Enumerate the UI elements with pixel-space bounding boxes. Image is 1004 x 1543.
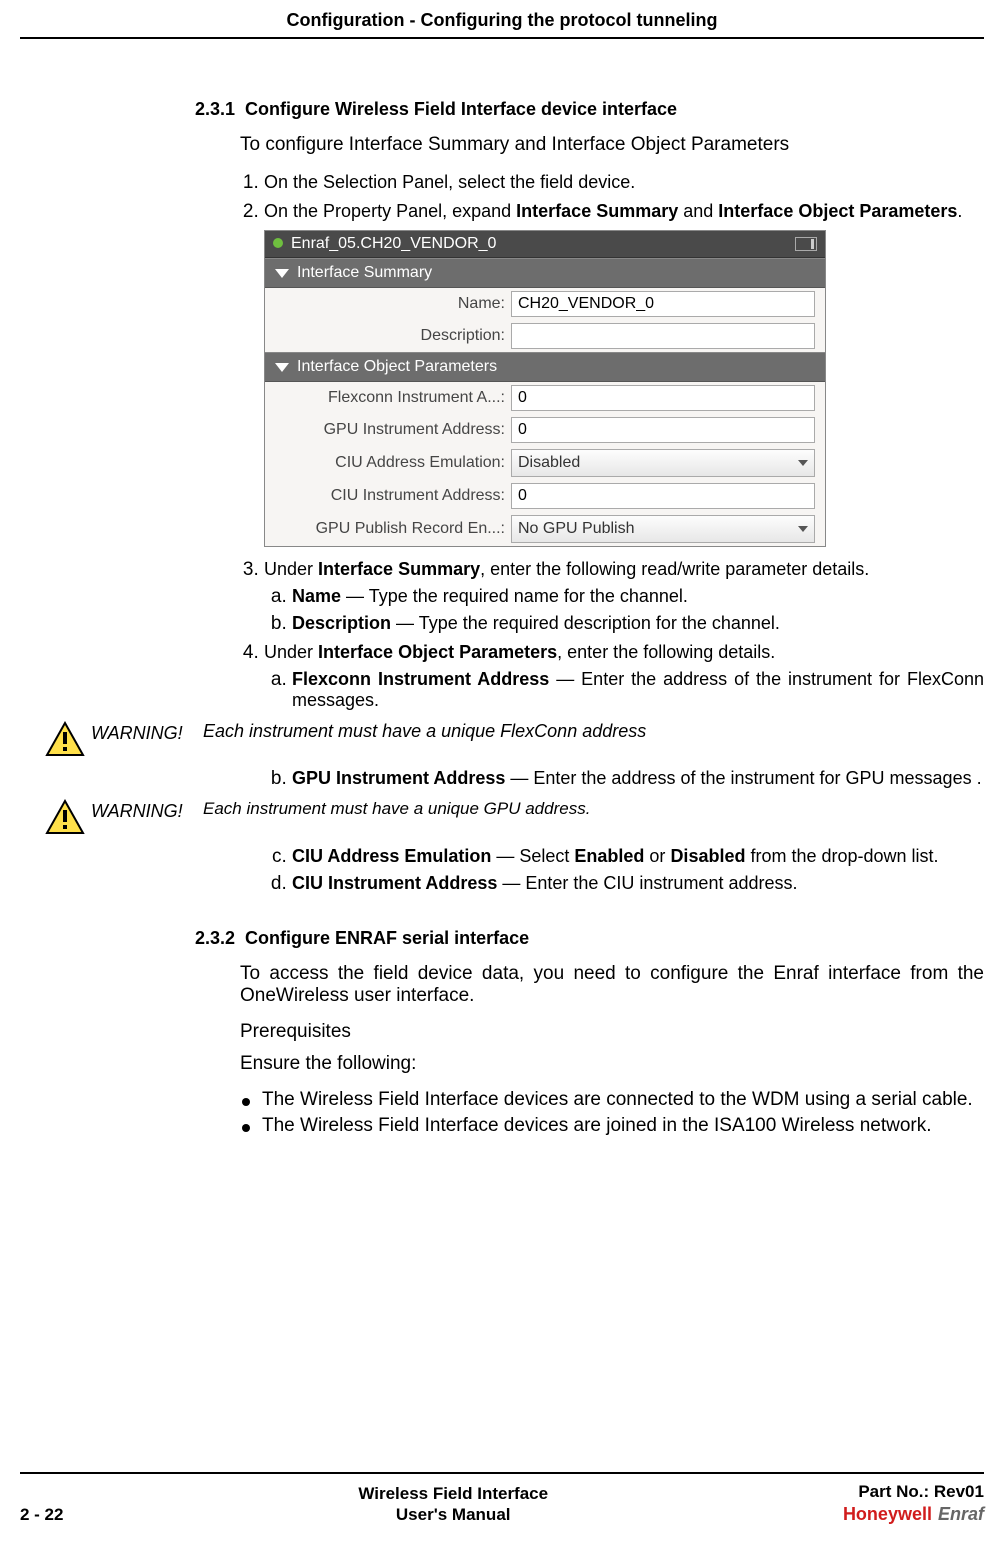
list-item: GPU Instrument Address — Enter the addre… [292,768,984,789]
panel-titlebar: Enraf_05.CH20_VENDOR_0 [265,231,825,258]
list-item: Description — Type the required descript… [292,613,984,634]
flexconn-address-field[interactable] [511,385,815,411]
section-title: Configure ENRAF serial interface [245,928,529,949]
panel-title: Enraf_05.CH20_VENDOR_0 [291,235,496,252]
part-number: Part No.: Rev01 [843,1482,984,1502]
flexconn-address-label: Flexconn Instrument A...: [275,389,505,407]
description-field[interactable] [511,323,815,349]
paragraph: Ensure the following: [240,1053,984,1075]
section-intro: To configure Interface Summary and Inter… [240,134,984,156]
list-item: Under Interface Object Parameters, enter… [264,642,984,711]
gpu-publish-label: GPU Publish Record En...: [275,520,505,538]
doc-subtitle: User's Manual [358,1504,548,1525]
property-panel: Enraf_05.CH20_VENDOR_0 Interface Summary… [264,230,826,547]
ciu-emulation-select[interactable]: Disabled [511,449,815,477]
list-item: On the Property Panel, expand Interface … [264,201,984,547]
page-number: 2 - 22 [20,1505,63,1525]
running-header: Configuration - Configuring the protocol… [20,10,984,39]
list-item: CIU Instrument Address — Enter the CIU i… [292,873,984,894]
warning-icon [45,799,85,840]
chevron-down-icon [798,460,808,466]
warning-label: WARNING! [91,721,203,744]
name-field[interactable] [511,291,815,317]
chevron-down-icon [275,363,289,372]
list-item: CIU Address Emulation — Select Enabled o… [292,846,984,867]
section-title: Configure Wireless Field Interface devic… [245,99,677,120]
name-label: Name: [275,295,505,313]
doc-title: Wireless Field Interface [358,1483,548,1504]
gpu-publish-select[interactable]: No GPU Publish [511,515,815,543]
brand-enraf: Enraf [938,1504,984,1525]
panel-collapse-icon[interactable] [795,237,817,251]
status-dot-icon [273,238,283,248]
brand-honeywell: Honeywell [843,1504,932,1525]
subheading: Prerequisites [240,1021,984,1043]
list-item: On the Selection Panel, select the field… [264,172,984,193]
warning-text: Each instrument must have a unique FlexC… [203,721,896,742]
description-label: Description: [275,327,505,345]
ciu-emulation-label: CIU Address Emulation: [275,454,505,472]
list-item: Under Interface Summary, enter the follo… [264,559,984,634]
list-item: The Wireless Field Interface devices are… [240,1115,984,1137]
warning-label: WARNING! [91,799,203,822]
section-number: 2.3.1 [195,99,235,120]
warning-icon [45,721,85,762]
list-item: The Wireless Field Interface devices are… [240,1089,984,1111]
interface-summary-header[interactable]: Interface Summary [265,258,825,288]
warning-text: Each instrument must have a unique GPU a… [203,799,850,819]
section-number: 2.3.2 [195,928,235,949]
paragraph: To access the field device data, you nee… [240,963,984,1007]
chevron-down-icon [275,269,289,278]
list-item: Name — Type the required name for the ch… [292,586,984,607]
ciu-address-field[interactable] [511,483,815,509]
interface-object-parameters-header[interactable]: Interface Object Parameters [265,352,825,382]
gpu-address-label: GPU Instrument Address: [275,421,505,439]
list-item: Flexconn Instrument Address — Enter the … [292,669,984,711]
ciu-address-label: CIU Instrument Address: [275,487,505,505]
gpu-address-field[interactable] [511,417,815,443]
chevron-down-icon [798,526,808,532]
